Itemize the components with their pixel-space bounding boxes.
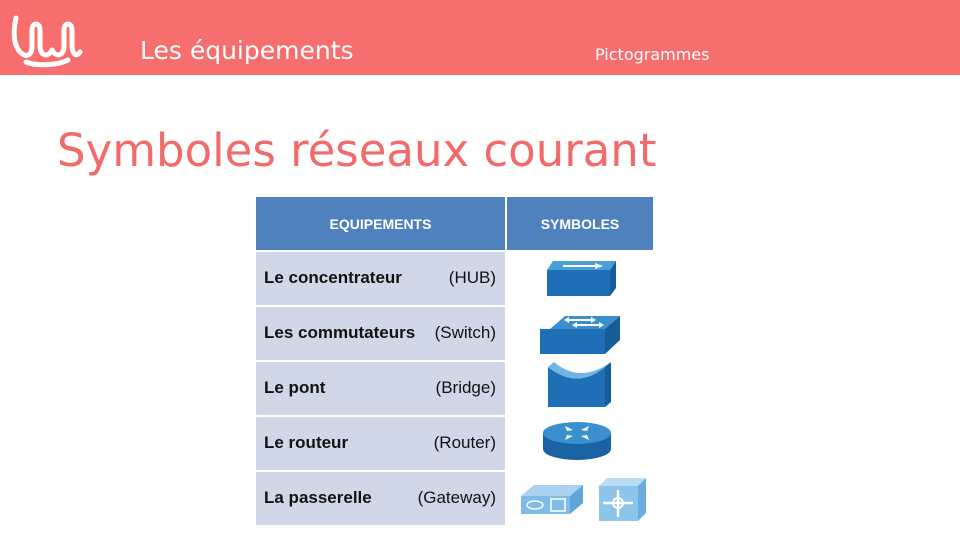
- equipment-name: Le routeur: [264, 433, 349, 452]
- section-subtitle: Pictogrammes: [595, 45, 710, 64]
- equipment-cell: Le routeur (Router): [256, 417, 505, 470]
- waves-logo-icon: [11, 15, 83, 68]
- hub-icon: [547, 261, 616, 296]
- equipment-name: La passerelle: [264, 488, 372, 507]
- gateway-icon: [521, 478, 646, 521]
- equipment-abbr: (Bridge): [435, 378, 496, 397]
- equipment-cell: Les commutateurs (Switch): [256, 307, 505, 360]
- table-row: Le pont (Bridge): [256, 362, 653, 415]
- column-header-symboles: SYMBOLES: [507, 197, 653, 250]
- header-bar: Les équipements Pictogrammes: [0, 0, 960, 75]
- symbol-cell: [507, 362, 653, 415]
- symbol-cell: [507, 252, 653, 305]
- equipment-cell: Le concentrateur (HUB): [256, 252, 505, 305]
- slide-title: Symboles réseaux courant: [57, 124, 657, 177]
- equipment-abbr: (Switch): [434, 323, 496, 342]
- table-row: Le routeur (Router): [256, 417, 653, 470]
- equipment-cell: Le pont (Bridge): [256, 362, 505, 415]
- equipment-table: EQUIPEMENTS SYMBOLES Le concentrateur (H…: [256, 197, 653, 525]
- symbol-cell: [507, 472, 653, 525]
- section-title: Les équipements: [140, 36, 354, 65]
- symbol-cell: [507, 307, 653, 360]
- bridge-icon: [548, 362, 611, 407]
- equipment-name: Le pont: [264, 378, 326, 397]
- equipment-abbr: (HUB): [448, 268, 496, 287]
- equipment-name: Les commutateurs: [264, 323, 416, 342]
- equipment-abbr: (Gateway): [417, 488, 496, 507]
- equipment-abbr: (Router): [433, 433, 496, 452]
- switch-icon: [540, 316, 620, 354]
- column-header-equipements: EQUIPEMENTS: [256, 197, 505, 250]
- router-icon: [543, 422, 611, 460]
- equipment-cell: La passerelle (Gateway): [256, 472, 505, 525]
- table-header: EQUIPEMENTS SYMBOLES: [256, 197, 653, 250]
- symbol-cell: [507, 417, 653, 470]
- table-row: Le concentrateur (HUB): [256, 252, 653, 305]
- table-row: La passerelle (Gateway): [256, 472, 653, 525]
- equipment-name: Le concentrateur: [264, 268, 402, 287]
- table-row: Les commutateurs (Switch): [256, 307, 653, 360]
